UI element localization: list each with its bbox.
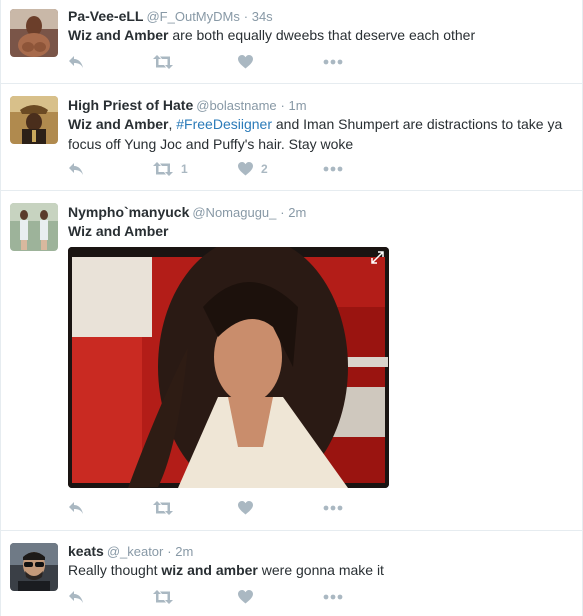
like-button[interactable] (238, 590, 323, 604)
username[interactable]: @F_OutMyDMs (146, 9, 239, 24)
keyword-highlight: Wiz and Amber (68, 27, 169, 43)
hashtag-link[interactable]: #FreeDesiigner (176, 116, 272, 132)
timestamp[interactable]: 2m (288, 205, 306, 220)
username[interactable]: @bolastname (196, 98, 276, 113)
keyword-highlight: wiz and amber (161, 562, 258, 578)
retweet-icon (153, 590, 173, 604)
tweet-item[interactable]: Pa-Vee-eLL @F_OutMyDMs · 34s Wiz and Ambe… (1, 0, 582, 84)
more-button[interactable] (323, 166, 408, 172)
tweet-text: Wiz and Amber are both equally dweebs th… (68, 25, 572, 45)
more-icon (323, 166, 343, 172)
retweet-count: 1 (181, 162, 188, 176)
more-icon (323, 59, 343, 65)
text-segment: are both equally dweebs that deserve eac… (168, 27, 476, 43)
display-name[interactable]: High Priest of Hate (68, 97, 193, 113)
tweet-timeline: Pa-Vee-eLL @F_OutMyDMs · 34s Wiz and Ambe… (0, 0, 583, 616)
tweet-item[interactable]: Nympho`manyuck @Nomagugu_ · 2m Wiz and Am… (1, 191, 582, 531)
more-button[interactable] (323, 505, 408, 511)
retweet-button[interactable] (153, 55, 238, 69)
reply-icon (68, 55, 84, 69)
tweet-text: Wiz and Amber, #FreeDesiigner and Iman S… (68, 114, 572, 154)
more-button[interactable] (323, 59, 408, 65)
text-segment: Really thought (68, 562, 162, 578)
display-name[interactable]: Nympho`manyuck (68, 204, 189, 220)
username[interactable]: @_keator (107, 544, 164, 559)
more-icon (323, 505, 343, 511)
timestamp[interactable]: 1m (289, 98, 307, 113)
retweet-button[interactable] (153, 590, 238, 604)
heart-icon (238, 501, 253, 515)
heart-icon (238, 55, 253, 69)
tweet-media-photo[interactable] (68, 247, 389, 488)
avatar[interactable] (10, 203, 58, 251)
time-separator: · (280, 205, 285, 220)
text-segment: were gonna make it (257, 562, 384, 578)
avatar[interactable] (10, 9, 58, 57)
retweet-icon (153, 55, 173, 69)
reply-button[interactable] (68, 590, 153, 604)
reply-icon (68, 590, 84, 604)
time-separator: · (243, 9, 249, 24)
time-separator: · (280, 98, 285, 113)
keyword-highlight: Wiz and Amber (68, 116, 169, 132)
like-button[interactable] (238, 55, 323, 69)
tweet-text: Wiz and Amber (68, 221, 572, 241)
tweet-text: Really thought wiz and amber were gonna … (68, 560, 572, 580)
retweet-icon (153, 501, 173, 515)
display-name[interactable]: keats (68, 543, 104, 559)
like-count: 2 (261, 162, 268, 176)
reply-button[interactable] (68, 55, 153, 69)
time-separator: · (167, 544, 172, 559)
like-button[interactable]: 2 (238, 162, 323, 176)
avatar[interactable] (10, 543, 58, 591)
username[interactable]: @Nomagugu_ (192, 205, 276, 220)
heart-icon (238, 590, 253, 604)
keyword-highlight: Wiz and Amber (68, 223, 169, 239)
avatar[interactable] (10, 96, 58, 144)
retweet-button[interactable] (153, 501, 238, 515)
display-name[interactable]: Pa-Vee-eLL (68, 8, 143, 24)
retweet-icon (153, 162, 173, 176)
timestamp[interactable]: 34s (252, 9, 273, 24)
reply-icon (68, 501, 84, 515)
retweet-button[interactable]: 1 (153, 162, 238, 176)
tweet-item[interactable]: keats @_keator · 2m Really thought wiz an… (1, 531, 582, 616)
timestamp[interactable]: 2m (175, 544, 193, 559)
reply-icon (68, 162, 84, 176)
more-icon (323, 594, 343, 600)
like-button[interactable] (238, 501, 323, 515)
tweet-item[interactable]: High Priest of Hate @bolastname · 1m Wiz … (1, 84, 582, 191)
heart-icon (238, 162, 253, 176)
expand-icon[interactable] (371, 251, 384, 264)
more-button[interactable] (323, 594, 408, 600)
reply-button[interactable] (68, 501, 153, 515)
reply-button[interactable] (68, 162, 153, 176)
